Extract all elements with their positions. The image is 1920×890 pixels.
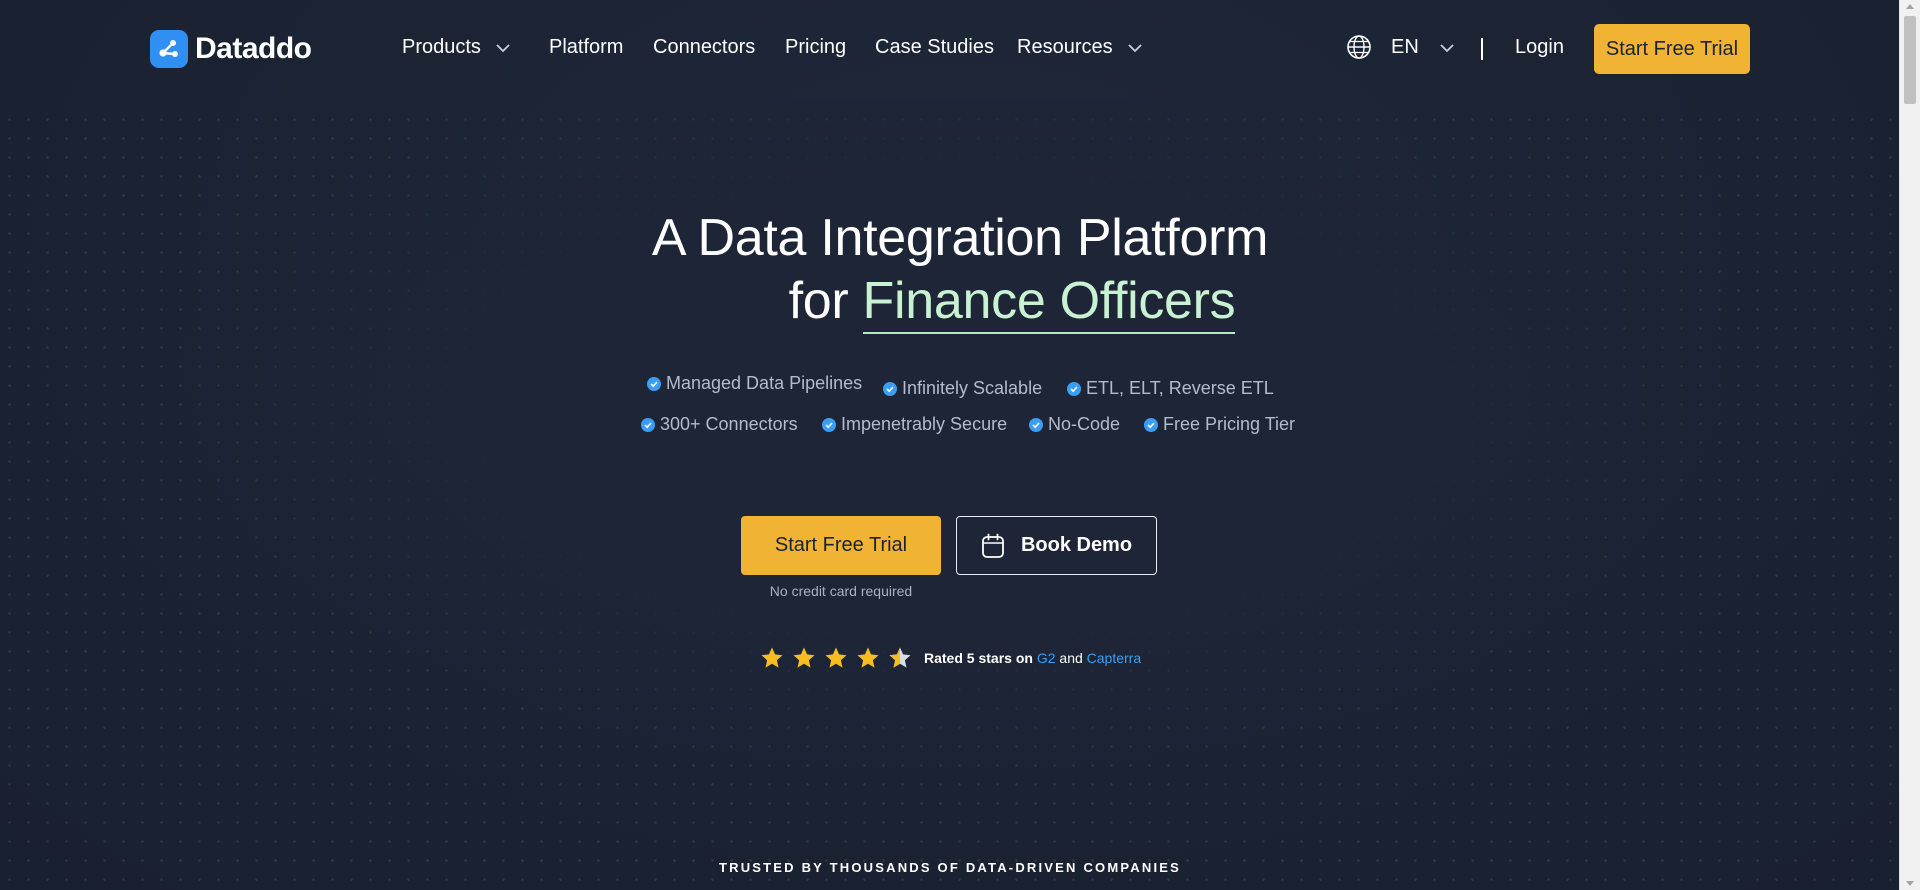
language-label: EN bbox=[1391, 36, 1419, 58]
language-selector[interactable]: EN bbox=[1391, 36, 1455, 59]
rating-joiner: and bbox=[1059, 650, 1083, 666]
nav-products-label: Products bbox=[402, 36, 481, 58]
nav-resources[interactable]: Resources bbox=[1017, 36, 1143, 59]
check-badge-icon bbox=[1029, 417, 1043, 432]
star-icon bbox=[825, 647, 847, 668]
nav-platform-label: Platform bbox=[549, 36, 624, 58]
connector-nodes-icon bbox=[150, 30, 188, 68]
book-demo-button[interactable]: Book Demo bbox=[956, 516, 1157, 575]
nav-case-studies-label: Case Studies bbox=[875, 36, 994, 58]
scrollbar-thumb[interactable] bbox=[1904, 16, 1916, 104]
hero-title-line1: A Data Integration Platform bbox=[651, 209, 1269, 267]
globe-icon[interactable] bbox=[1346, 34, 1372, 65]
feature-label: ETL, ELT, Reverse ETL bbox=[1086, 378, 1274, 398]
feature-item: ETL, ELT, Reverse ETL bbox=[1067, 378, 1274, 399]
hero-title-line2: for Finance Officers bbox=[62, 271, 1920, 334]
nav-resources-label: Resources bbox=[1017, 36, 1113, 58]
check-badge-icon bbox=[1067, 381, 1081, 396]
scroll-down-arrow-icon[interactable] bbox=[1906, 881, 1914, 886]
page-scrollbar[interactable] bbox=[1899, 0, 1920, 890]
calendar-icon bbox=[982, 533, 1004, 558]
hero-start-free-trial-button[interactable]: Start Free Trial bbox=[741, 516, 941, 575]
nav-connectors[interactable]: Connectors bbox=[653, 36, 755, 59]
chevron-down-icon bbox=[496, 43, 510, 52]
hero-title-accent: Finance Officers bbox=[862, 272, 1236, 334]
chevron-down-icon bbox=[1127, 43, 1142, 52]
brand-name: Dataddo bbox=[195, 32, 312, 65]
feature-label: No-Code bbox=[1048, 414, 1121, 434]
nav-platform[interactable]: Platform bbox=[549, 36, 623, 59]
page: Dataddo Products Platform Connectors Pri… bbox=[0, 0, 1920, 890]
star-icon bbox=[793, 647, 815, 668]
g2-link[interactable]: G2 bbox=[1037, 650, 1056, 666]
feature-label: Managed Data Pipelines bbox=[666, 373, 863, 393]
nav-case-studies[interactable]: Case Studies bbox=[875, 36, 994, 59]
nav-divider bbox=[1481, 38, 1483, 60]
feature-item: Managed Data Pipelines bbox=[647, 373, 862, 394]
check-badge-icon bbox=[641, 417, 655, 432]
feature-item: Free Pricing Tier bbox=[1144, 414, 1295, 435]
nav-products[interactable]: Products bbox=[402, 36, 511, 59]
star-icon bbox=[857, 647, 879, 668]
no-credit-card-note: No credit card required bbox=[769, 583, 913, 599]
nav-start-free-trial-button[interactable]: Start Free Trial bbox=[1594, 24, 1750, 74]
capterra-link[interactable]: Capterra bbox=[1087, 650, 1141, 666]
feature-item: Infinitely Scalable bbox=[883, 378, 1042, 399]
feature-item: 300+ Connectors bbox=[641, 414, 798, 435]
hero-title-prefix: for bbox=[788, 272, 849, 330]
book-demo-label: Book Demo bbox=[1020, 534, 1133, 556]
star-icon bbox=[761, 647, 783, 668]
feature-item: Impenetrably Secure bbox=[822, 414, 1007, 435]
nav-connectors-label: Connectors bbox=[653, 36, 756, 58]
brand-logo[interactable]: Dataddo bbox=[150, 30, 312, 68]
rating-row: Rated 5 stars on G2 and Capterra bbox=[760, 646, 1141, 670]
rating-text: Rated 5 stars on G2 and Capterra bbox=[924, 650, 1141, 666]
chevron-down-icon bbox=[1440, 43, 1454, 52]
nav-pricing-label: Pricing bbox=[785, 36, 847, 58]
scroll-up-arrow-icon[interactable] bbox=[1906, 4, 1914, 9]
feature-label: Infinitely Scalable bbox=[902, 378, 1043, 398]
top-navigation: Dataddo Products Platform Connectors Pri… bbox=[0, 0, 1900, 98]
star-half-icon bbox=[889, 647, 911, 668]
feature-label: Free Pricing Tier bbox=[1163, 414, 1296, 434]
check-badge-icon bbox=[822, 417, 836, 432]
feature-label: 300+ Connectors bbox=[660, 414, 798, 434]
trusted-heading: TRUSTED BY THOUSANDS OF DATA-DRIVEN COMP… bbox=[718, 860, 1182, 875]
check-badge-icon bbox=[647, 376, 661, 391]
feature-label: Impenetrably Secure bbox=[841, 414, 1008, 434]
nav-pricing[interactable]: Pricing bbox=[785, 36, 846, 59]
rating-prefix: Rated 5 stars on bbox=[924, 650, 1033, 666]
feature-item: No-Code bbox=[1029, 414, 1120, 435]
check-badge-icon bbox=[883, 381, 897, 396]
check-badge-icon bbox=[1144, 417, 1158, 432]
login-link[interactable]: Login bbox=[1515, 36, 1564, 59]
